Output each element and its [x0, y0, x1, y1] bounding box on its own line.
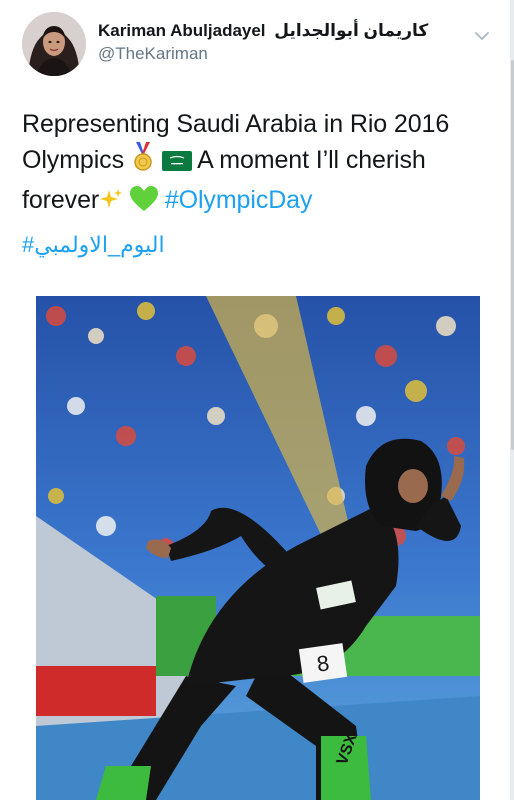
tweet-header: Kariman Abuljadayel كاريمان أبوالجدايل @…: [22, 12, 492, 82]
tweet-line-2: Olympics A moment I’ll cherish: [22, 142, 498, 182]
avatar[interactable]: [22, 12, 86, 76]
hashtag-arabic-link[interactable]: #اليوم_الاولمبي: [22, 230, 498, 260]
hashtag-olympicday-link[interactable]: #OlympicDay: [165, 186, 313, 214]
scrollbar[interactable]: [510, 0, 514, 800]
green-heart-icon: [129, 186, 158, 222]
tweet-text-olympics: Olympics: [22, 146, 124, 174]
tweet-photo[interactable]: VSX 8: [36, 296, 480, 800]
medal-icon: [131, 142, 155, 182]
tweet-text-forever: forever: [22, 186, 100, 214]
display-name-arabic: كاريمان أبوالجدايل: [274, 21, 429, 40]
saudi-flag-icon: [161, 146, 192, 182]
sprinter-photo: VSX 8: [36, 296, 480, 800]
author-names: Kariman Abuljadayel كاريمان أبوالجدايل @…: [98, 20, 458, 65]
chevron-down-icon[interactable]: [472, 26, 492, 46]
user-handle[interactable]: @TheKariman: [98, 43, 458, 65]
tweet-text-moment: A moment I’ll cherish: [197, 146, 426, 174]
sparkles-icon: [99, 186, 123, 222]
tweet-line-1: Representing Saudi Arabia in Rio 2016: [22, 110, 450, 138]
tweet-line-3: forever #OlympicDay: [22, 182, 498, 222]
display-name[interactable]: Kariman Abuljadayel كاريمان أبوالجدايل: [98, 20, 458, 42]
tweet-text: Representing Saudi Arabia in Rio 2016 Ol…: [22, 106, 498, 260]
display-name-latin: Kariman Abuljadayel: [98, 21, 266, 40]
avatar-image: [22, 12, 86, 76]
